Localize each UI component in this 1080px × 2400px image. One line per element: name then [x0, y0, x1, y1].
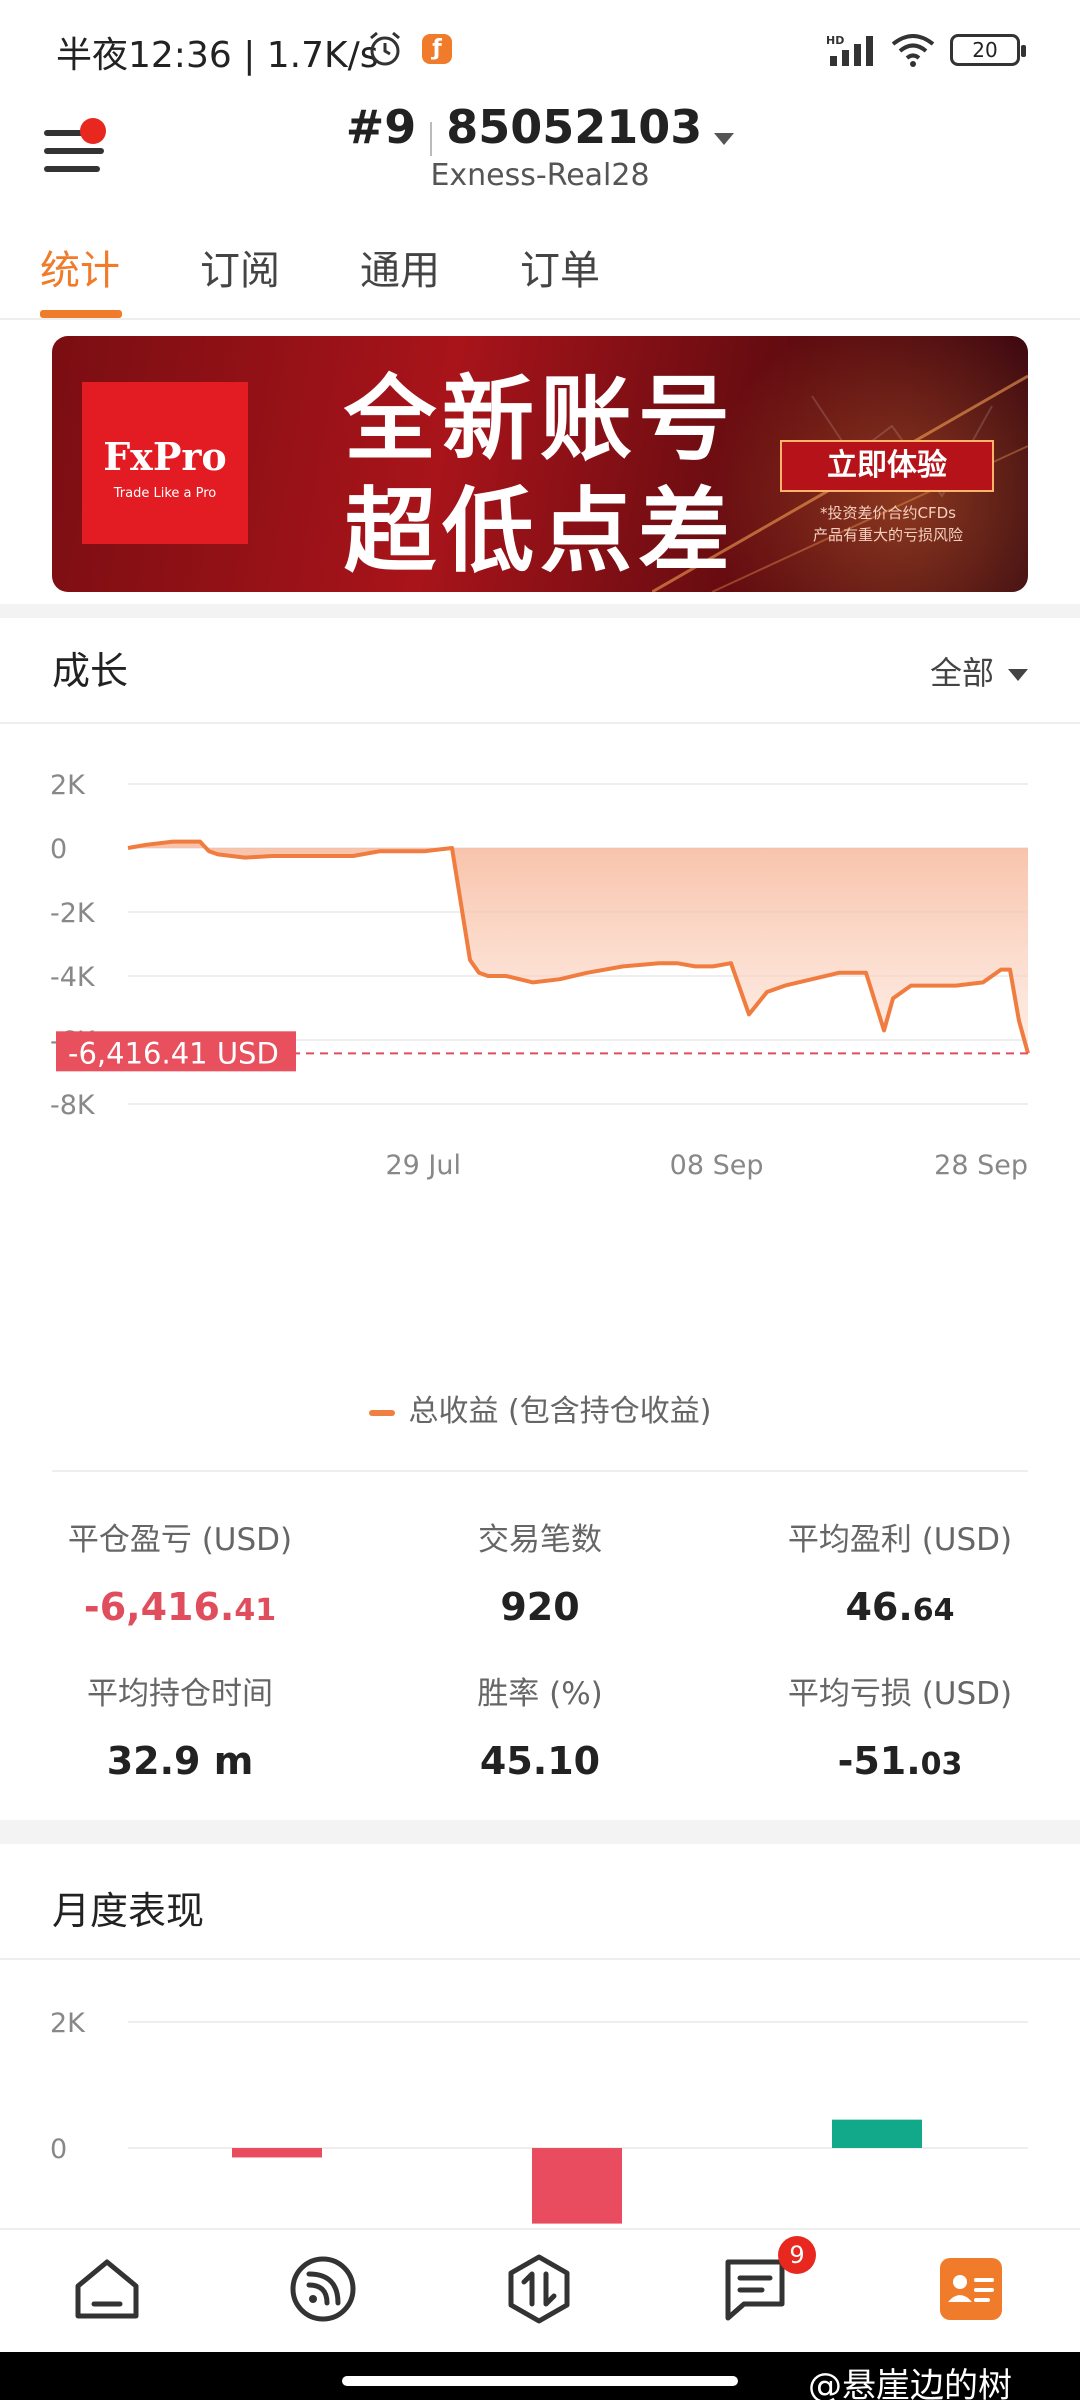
- monthly-bar: [832, 2119, 922, 2148]
- y-tick-label: -2K: [50, 898, 96, 929]
- x-tick-label: 29 Jul: [385, 1150, 461, 1181]
- app-notification-icon: ƒ: [422, 34, 452, 64]
- app-header: #9 85052103 Exness-Real28: [0, 96, 1080, 206]
- account-number: 85052103: [446, 100, 703, 154]
- wifi-icon: [891, 34, 935, 67]
- monthly-chart: 2K 0: [50, 2008, 1028, 2224]
- growth-area: [128, 841, 1028, 1054]
- range-filter[interactable]: 全部: [930, 648, 1028, 694]
- y-tick-label: -4K: [50, 962, 96, 993]
- chevron-down-icon: [1008, 669, 1028, 681]
- account-selector[interactable]: #9 85052103: [0, 100, 1080, 156]
- monthly-bar: [532, 2148, 622, 2224]
- alarm-icon: [370, 31, 400, 66]
- divider: [52, 1470, 1028, 1472]
- watermark: @悬崖边的树: [808, 2366, 1012, 2400]
- bottom-nav: 9: [0, 2228, 1080, 2352]
- y-tick-label: 2K: [50, 770, 86, 801]
- monthly-bar: [232, 2148, 322, 2158]
- divider: [0, 722, 1080, 724]
- nav-feed[interactable]: [286, 2252, 360, 2326]
- nav-trade[interactable]: [502, 2252, 576, 2326]
- monthly-title: 月度表现: [52, 1889, 205, 1933]
- svg-text:HD: HD: [826, 34, 844, 47]
- x-tick-label: 28 Sep: [934, 1150, 1028, 1181]
- y-tick-label: 0: [50, 2134, 67, 2165]
- tab-subscriptions[interactable]: 订阅: [200, 238, 280, 296]
- nav-messages[interactable]: 9: [718, 2236, 816, 2326]
- status-bar: 半夜12:36 | 1.7K/s ƒ HD 20: [0, 0, 1080, 96]
- home-indicator[interactable]: [342, 2376, 738, 2386]
- section-gap: [0, 604, 1080, 618]
- profile-icon: [940, 2258, 1002, 2320]
- stat-avg-profit: 平均盈利 (USD) 46.64: [787, 1522, 1013, 1629]
- y-tick-label: 0: [50, 834, 67, 865]
- y-tick-label: 2K: [50, 2008, 86, 2039]
- banner-risk-note: *投资差价合约CFDs 产品有重大的亏损风险: [812, 504, 963, 544]
- nav-profile[interactable]: [940, 2252, 1014, 2326]
- growth-chart: 2K0-2K-4K-6K-8K29 Jul08 Sep28 Sep-6,416.…: [50, 770, 1030, 1181]
- growth-title: 成长: [52, 649, 129, 693]
- status-time: 半夜12:36 | 1.7K/s: [56, 35, 379, 76]
- current-value-label: -6,416.41 USD: [68, 1036, 279, 1070]
- y-tick-label: -8K: [50, 1090, 96, 1121]
- tab-general[interactable]: 通用: [360, 238, 440, 296]
- stat-closed-pnl: 平仓盈亏 (USD) -6,416.41: [67, 1522, 293, 1629]
- stat-win-rate: 胜率 (%) 45.10: [477, 1676, 603, 1783]
- banner-headline: 全新账号 超低点差: [344, 366, 737, 585]
- account-index: #9: [345, 100, 417, 154]
- banner-cta-button[interactable]: 立即体验: [780, 440, 994, 492]
- feed-icon: [290, 2256, 356, 2322]
- promo-banner[interactable]: FxPro Trade Like a Pro 全新账号 超低点差 立即体验 *投…: [52, 336, 1028, 592]
- section-gap: [0, 1820, 1080, 1844]
- signal-icon: HD: [826, 34, 873, 66]
- tab-bar: 统计 订阅 通用 订单: [0, 216, 1080, 320]
- active-tab-indicator: [40, 310, 122, 318]
- tab-orders[interactable]: 订单: [520, 238, 600, 296]
- messages-badge: 9: [778, 2236, 816, 2274]
- legend-swatch: [368, 1409, 395, 1416]
- stat-avg-loss: 平均亏损 (USD) -51.03: [787, 1676, 1013, 1783]
- stat-trade-count: 交易笔数 920: [478, 1522, 602, 1629]
- tab-statistics[interactable]: 统计: [40, 238, 120, 296]
- fxpro-logo: FxPro Trade Like a Pro: [82, 382, 248, 544]
- stat-avg-holding-time: 平均持仓时间 32.9 m: [87, 1676, 273, 1783]
- battery-indicator: 20: [950, 34, 1026, 66]
- nav-home[interactable]: [70, 2252, 144, 2326]
- trade-icon: [508, 2254, 570, 2324]
- chart-legend[interactable]: 总收益 (包含持仓收益): [0, 1386, 1080, 1430]
- chevron-down-icon: [714, 132, 735, 145]
- x-tick-label: 08 Sep: [670, 1150, 764, 1181]
- home-icon: [75, 2259, 139, 2319]
- server-name: Exness-Real28: [430, 158, 650, 193]
